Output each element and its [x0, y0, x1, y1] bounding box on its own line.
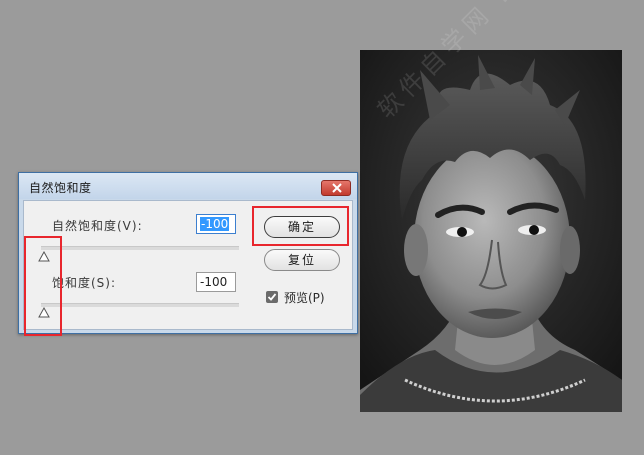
check-icon [267, 293, 277, 301]
saturation-slider-track[interactable] [41, 303, 239, 307]
dialog-title: 自然饱和度 [29, 181, 92, 195]
vibrance-label: 自然饱和度(V): [52, 219, 143, 233]
preview-label[interactable]: 预览(P) [284, 289, 325, 306]
ok-button-highlight [252, 206, 349, 246]
preview-checkbox[interactable] [266, 291, 278, 303]
slider-thumbs-highlight [24, 236, 62, 336]
close-icon [332, 183, 342, 193]
vibrance-dialog: 自然饱和度 自然饱和度(V): -100 饱和度(S): -100 确定 复位 [18, 172, 358, 334]
close-button[interactable] [321, 180, 351, 196]
dialog-titlebar[interactable]: 自然饱和度 [19, 173, 357, 199]
photoshop-workspace: 软件自学网 .COM 自然饱和度 自然饱和度(V): -100 饱和度(S): … [0, 0, 644, 455]
vibrance-input[interactable]: -100 [196, 214, 236, 234]
reset-button[interactable]: 复位 [264, 249, 340, 271]
saturation-input[interactable]: -100 [196, 272, 236, 292]
vibrance-value: -100 [200, 217, 230, 231]
vibrance-slider-track[interactable] [41, 246, 239, 250]
